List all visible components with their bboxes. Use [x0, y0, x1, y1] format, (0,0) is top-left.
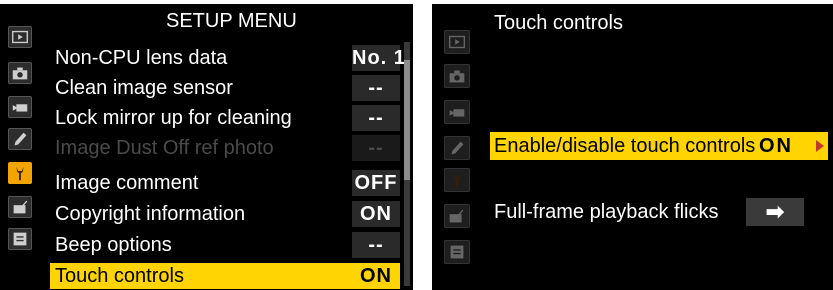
menu-item-value: --: [352, 105, 400, 131]
menu-item-label: Full-frame playback flicks: [494, 201, 719, 223]
menu-item-non-cpu-lens-data[interactable]: Non-CPU lens data No. 1: [50, 45, 406, 71]
camera-icon[interactable]: [444, 64, 470, 88]
menu-item-value: OFF: [352, 170, 400, 196]
menu-item-value: ON: [759, 135, 793, 157]
menu-item-touch-controls[interactable]: Touch controls ON: [50, 263, 400, 289]
menu-item-clean-image-sensor[interactable]: Clean image sensor --: [50, 75, 400, 101]
my-menu-icon[interactable]: [8, 228, 32, 250]
wrench-icon[interactable]: [8, 162, 32, 184]
menu-item-value: --: [352, 135, 400, 161]
menu-item-value: --: [352, 232, 400, 258]
pencil-icon[interactable]: [444, 136, 470, 160]
menu-item-image-comment[interactable]: Image comment OFF: [50, 170, 400, 196]
playback-icon[interactable]: [444, 30, 470, 54]
my-menu-icon[interactable]: [444, 240, 470, 264]
menu-item-label: Image Dust Off ref photo: [55, 137, 274, 159]
movie-icon[interactable]: [8, 96, 32, 118]
menu-item-value: ON: [352, 201, 400, 227]
arrow-right-icon: ➡: [746, 198, 804, 226]
menu-item-value: ON: [352, 263, 400, 289]
scrollbar[interactable]: [404, 42, 410, 286]
menu-item-label: Clean image sensor: [55, 77, 233, 99]
menu-item-label: Beep options: [55, 234, 172, 256]
page-title: Touch controls: [494, 12, 623, 34]
pencil-icon[interactable]: [8, 128, 32, 150]
menu-item-enable-disable-touch-controls[interactable]: Enable/disable touch controls ON: [490, 132, 828, 160]
playback-icon[interactable]: [8, 26, 32, 48]
touch-controls-screen: Touch controls Enable/disable touch cont…: [432, 4, 833, 290]
menu-item-copyright-information[interactable]: Copyright information ON: [50, 201, 400, 227]
menu-item-image-dust-off: Image Dust Off ref photo --: [50, 135, 400, 161]
arrow-right-icon: [816, 140, 824, 152]
menu-item-beep-options[interactable]: Beep options --: [50, 232, 400, 258]
menu-item-label: Lock mirror up for cleaning: [55, 107, 292, 129]
retouch-icon[interactable]: [444, 204, 470, 228]
page-title: SETUP MENU: [166, 10, 297, 32]
menu-tab-sidebar: [432, 4, 478, 290]
menu-item-lock-mirror-up[interactable]: Lock mirror up for cleaning --: [50, 105, 400, 131]
menu-item-value: No. 1: [352, 45, 406, 71]
retouch-icon[interactable]: [8, 196, 32, 218]
menu-tab-sidebar: [0, 4, 40, 290]
setup-menu-screen: SETUP MENU Non-CPU lens data No. 1 Clean…: [0, 4, 413, 290]
menu-item-full-frame-playback-flicks[interactable]: Full-frame playback flicks ➡: [490, 198, 828, 226]
menu-item-label: Copyright information: [55, 203, 246, 225]
scroll-thumb[interactable]: [404, 60, 410, 180]
movie-icon[interactable]: [444, 100, 470, 124]
menu-item-label: Enable/disable touch controls: [494, 135, 756, 157]
wrench-icon[interactable]: [444, 168, 470, 192]
menu-item-label: Non-CPU lens data: [55, 47, 228, 69]
menu-item-label: Image comment: [55, 172, 199, 194]
menu-item-value: --: [352, 75, 400, 101]
camera-icon[interactable]: [8, 62, 32, 84]
menu-item-label: Touch controls: [55, 265, 184, 287]
